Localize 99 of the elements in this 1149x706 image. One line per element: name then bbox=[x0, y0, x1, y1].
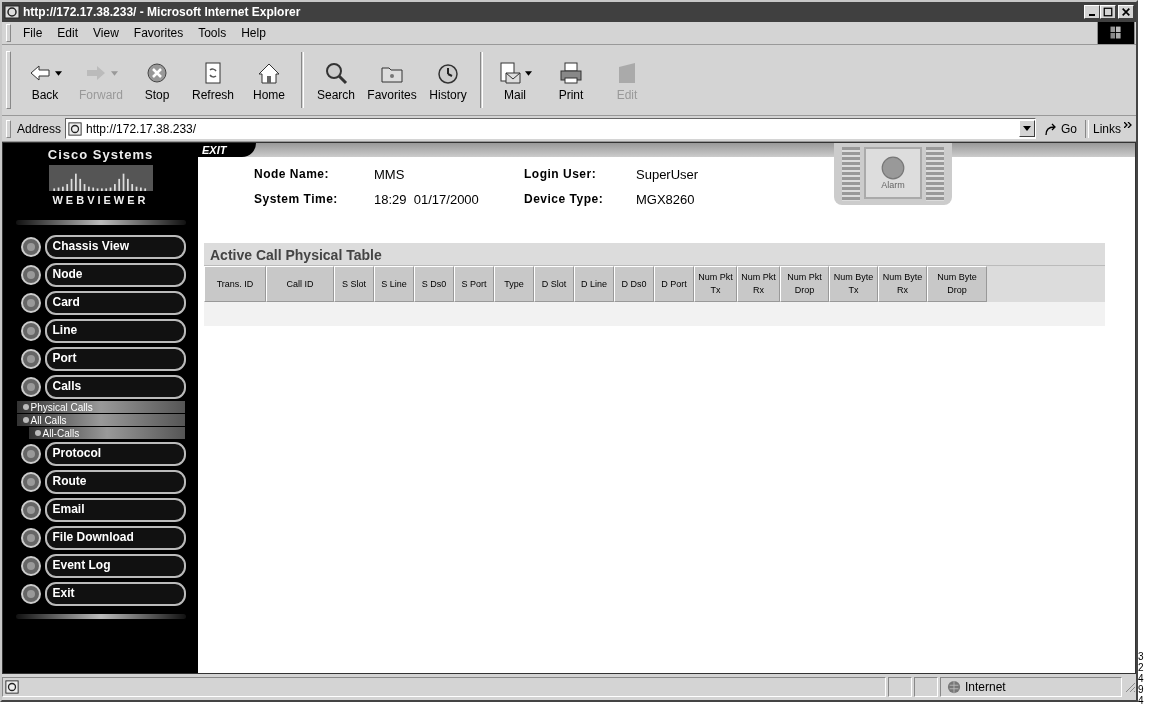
field-value: 18:29 01/17/2000 bbox=[374, 192, 480, 207]
table-title: Active Call Physical Table bbox=[209, 246, 383, 265]
maximize-button[interactable] bbox=[1100, 5, 1116, 19]
field-label: System Time: bbox=[254, 192, 339, 207]
knob-icon bbox=[19, 555, 42, 577]
maximize-icon bbox=[1103, 7, 1113, 17]
minimize-button[interactable] bbox=[1084, 5, 1100, 19]
close-button[interactable] bbox=[1118, 5, 1134, 19]
field-label: Node Name: bbox=[254, 167, 330, 182]
toolbar-button[interactable]: History bbox=[420, 58, 476, 102]
lamp-icon bbox=[881, 156, 905, 180]
mail-icon bbox=[498, 61, 522, 85]
clock-icon bbox=[436, 61, 460, 85]
chevrons-icon bbox=[1124, 121, 1132, 128]
toolbar-button[interactable]: Home bbox=[241, 58, 297, 102]
dropdown-caret-icon bbox=[525, 70, 532, 76]
column-header: S Line bbox=[374, 266, 414, 302]
knob-icon bbox=[19, 320, 42, 342]
exit-link[interactable]: EXIT bbox=[198, 143, 257, 157]
knob-icon bbox=[19, 264, 42, 286]
column-header: Type bbox=[494, 266, 534, 302]
address-field[interactable]: http://172.17.38.233/ bbox=[65, 118, 1036, 139]
dropdown-caret-icon bbox=[111, 70, 118, 76]
column-header: D Port bbox=[654, 266, 694, 302]
knob-icon bbox=[19, 499, 42, 521]
toolbar-button[interactable]: Stop bbox=[129, 58, 185, 102]
knob-icon bbox=[19, 376, 42, 398]
dropdown-caret-icon bbox=[55, 70, 62, 76]
column-header: D Line bbox=[574, 266, 614, 302]
home-icon bbox=[257, 61, 281, 85]
menu-item[interactable]: Tools bbox=[192, 26, 236, 40]
status-pane bbox=[914, 677, 938, 697]
field-label: Login User: bbox=[524, 167, 598, 182]
field-value: SuperUser bbox=[636, 167, 700, 182]
column-header: D Ds0 bbox=[614, 266, 654, 302]
toolbar-button[interactable]: Mail bbox=[487, 58, 543, 102]
page-icon bbox=[68, 121, 83, 136]
column-header: Num Byte Rx bbox=[878, 266, 927, 302]
page-icon bbox=[5, 680, 19, 694]
product-name: WEBVIEWER bbox=[52, 194, 149, 206]
column-header: Trans. ID bbox=[204, 266, 266, 302]
field-label: Device Type: bbox=[524, 192, 605, 207]
knob-icon bbox=[19, 292, 42, 314]
figure-number: 32494 bbox=[1138, 651, 1145, 706]
menu-item[interactable]: Edit bbox=[51, 26, 88, 40]
knob-icon bbox=[19, 471, 42, 493]
knob-icon bbox=[19, 236, 42, 258]
search-icon bbox=[324, 61, 348, 85]
resize-grip-icon bbox=[1124, 681, 1136, 693]
toolbar-button[interactable]: Back bbox=[17, 58, 73, 102]
field-value: MMS bbox=[374, 167, 406, 182]
zone-label: Internet bbox=[965, 680, 1006, 694]
vent-grille bbox=[842, 147, 860, 201]
dropdown-button[interactable] bbox=[1018, 120, 1035, 137]
curved-arrow-icon bbox=[1043, 121, 1058, 136]
column-header: Call ID bbox=[266, 266, 334, 302]
globe-icon bbox=[947, 680, 961, 694]
brand-name: Cisco Systems bbox=[47, 147, 154, 162]
caret-icon bbox=[1022, 126, 1031, 131]
toolbar-button[interactable]: Refresh bbox=[185, 58, 241, 102]
nav-submenu-item[interactable]: All Calls bbox=[16, 414, 185, 427]
vent-grille bbox=[926, 147, 944, 201]
menu-item[interactable]: File bbox=[17, 26, 52, 40]
knob-icon bbox=[19, 443, 42, 465]
toolbar-button[interactable]: Favorites bbox=[364, 58, 420, 102]
column-header: Num Pkt Rx bbox=[737, 266, 780, 302]
knob-icon bbox=[19, 583, 42, 605]
column-header: Num Pkt Tx bbox=[694, 266, 737, 302]
menu-item[interactable]: Favorites bbox=[127, 26, 193, 40]
nav-submenu-item[interactable]: Physical Calls bbox=[16, 401, 185, 414]
minimize-icon bbox=[1089, 14, 1095, 16]
links-button[interactable]: Links bbox=[1089, 121, 1136, 136]
close-icon bbox=[1121, 7, 1131, 17]
column-header: Num Pkt Drop bbox=[780, 266, 829, 302]
knob-icon bbox=[19, 527, 42, 549]
address-label: Address bbox=[17, 121, 62, 136]
stop-icon bbox=[145, 61, 169, 85]
dot-icon bbox=[34, 430, 41, 436]
toolbar-button[interactable]: Print bbox=[543, 58, 599, 102]
go-button[interactable]: Go bbox=[1035, 121, 1085, 136]
column-header: S Port bbox=[454, 266, 494, 302]
printer-icon bbox=[559, 61, 583, 85]
column-header: Num Byte Drop bbox=[927, 266, 987, 302]
status-pane bbox=[888, 677, 912, 697]
field-value: MGX8260 bbox=[636, 192, 696, 207]
column-header: S Slot bbox=[334, 266, 374, 302]
window-title: http://172.17.38.233/ - Microsoft Internet Explorer bbox=[23, 5, 302, 19]
alarm-button[interactable]: Alarm bbox=[864, 147, 922, 199]
dot-icon bbox=[22, 404, 29, 410]
browser-icon bbox=[4, 4, 20, 20]
column-header: Num Byte Tx bbox=[829, 266, 878, 302]
column-header: D Slot bbox=[534, 266, 574, 302]
toolbar-button[interactable]: Search bbox=[308, 58, 364, 102]
menu-item[interactable]: View bbox=[87, 26, 128, 40]
knob-icon bbox=[19, 348, 42, 370]
column-header: S Ds0 bbox=[414, 266, 454, 302]
dot-icon bbox=[22, 417, 29, 423]
menu-item[interactable]: Help bbox=[235, 26, 275, 40]
nav-submenu-item[interactable]: All-Calls bbox=[28, 427, 185, 440]
